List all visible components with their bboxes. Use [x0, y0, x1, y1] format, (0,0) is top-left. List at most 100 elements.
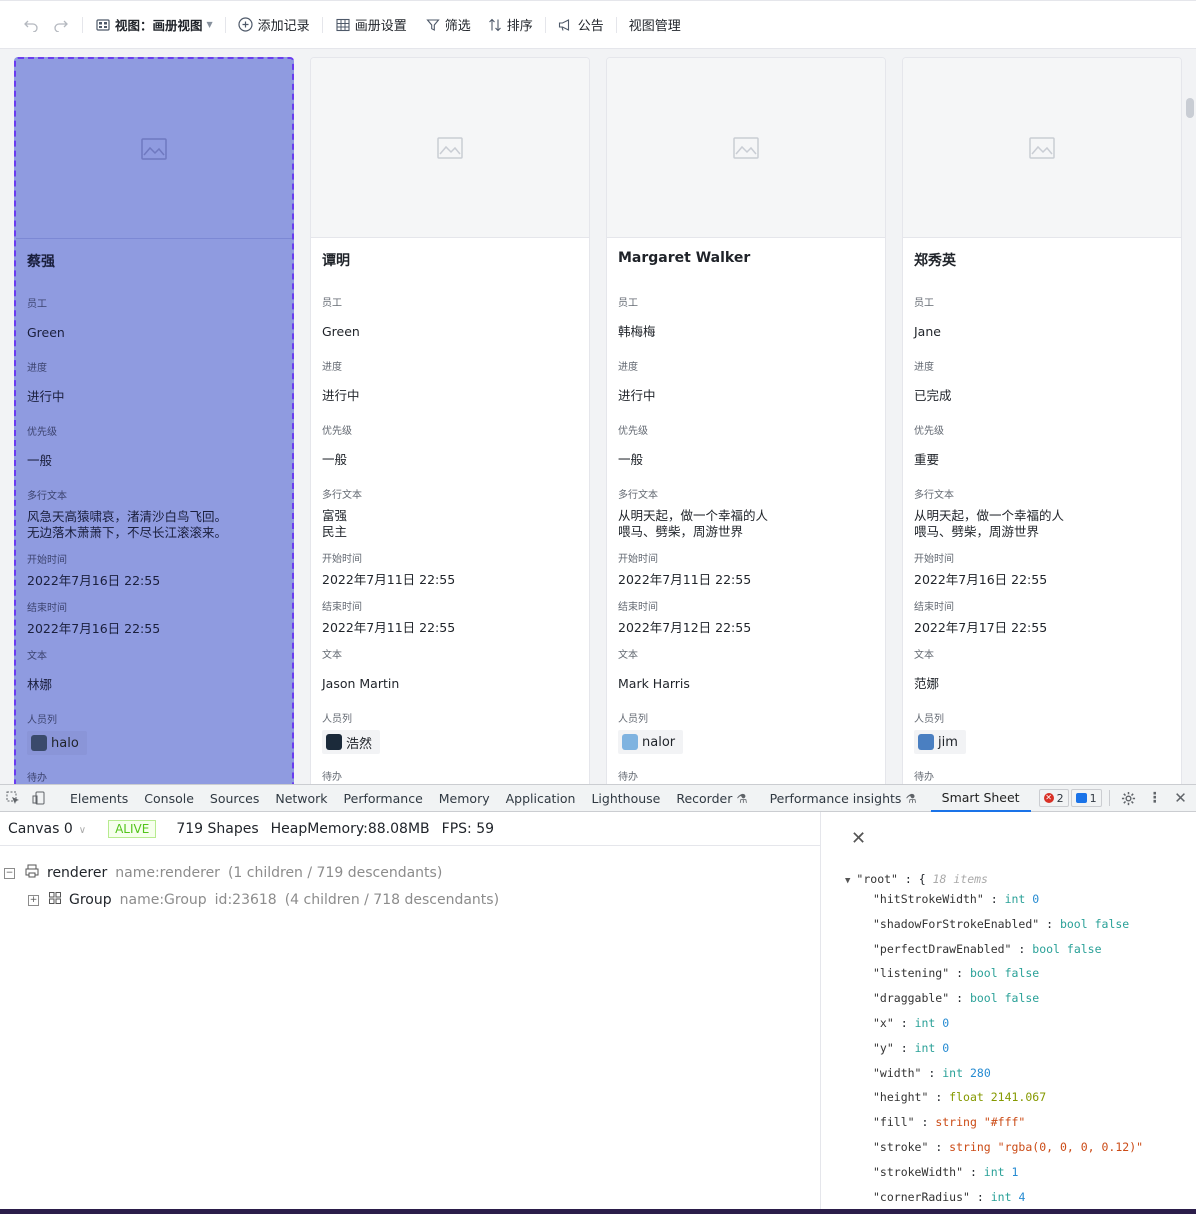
add-record-button[interactable]: 添加记录 — [232, 11, 316, 39]
props-inspector: ✕ ▼ "root" : { 18 items "hitStrokeWidth" … — [820, 812, 1196, 1214]
sort-button[interactable]: 排序 — [481, 11, 539, 39]
json-type: string — [935, 1115, 977, 1130]
filter-button[interactable]: 筛选 — [419, 11, 477, 39]
tab-console[interactable]: Console — [136, 785, 202, 812]
announcement-button[interactable]: 公告 — [552, 11, 610, 39]
field-label: 优先级 — [618, 426, 648, 437]
tab-recorder[interactable]: Recorder ⚗ — [668, 785, 755, 812]
expand-icon[interactable]: + — [28, 894, 39, 906]
gallery-card[interactable]: 郑秀英 员工 Jane 进度 已完成 优先级 重要 多行文本 从明天起，做一个幸福的人 喂马、劈柴… — [902, 57, 1182, 784]
field-label: 开始时间 — [27, 555, 67, 566]
field-value: Jason Martin — [322, 676, 400, 691]
json-key: "shadowForStrokeEnabled" — [873, 916, 1040, 931]
json-prop-row[interactable]: "hitStrokeWidth" : int 0 — [873, 892, 1039, 906]
json-prop-row[interactable]: "x" : int 0 — [873, 1016, 949, 1030]
tab-recorder-label: Recorder — [676, 790, 733, 806]
card-title: 谭明 — [322, 253, 350, 269]
field-label: 文本 — [322, 650, 342, 661]
json-prop-row[interactable]: "y" : int 0 — [873, 1041, 949, 1055]
field-value: 进行中 — [322, 388, 360, 403]
json-prop-row[interactable]: "width" : int 280 — [873, 1066, 991, 1080]
tab-smart-sheet[interactable]: Smart Sheet — [930, 785, 1031, 812]
field-label: 进度 — [914, 362, 934, 373]
json-prop-row[interactable]: "listening" : bool false — [873, 966, 1039, 980]
tab-sources[interactable]: Sources — [202, 785, 267, 812]
field-label: 结束时间 — [914, 602, 954, 613]
gallery-view-icon — [95, 17, 111, 33]
close-icon[interactable]: ✕ — [1171, 788, 1191, 808]
field-label: 文本 — [27, 651, 47, 662]
json-prop-row[interactable]: "height" : float 2141.067 — [873, 1090, 1046, 1104]
view-manage-button[interactable]: 视图管理 — [623, 11, 687, 39]
field-label: 员工 — [27, 299, 47, 310]
json-value: false — [1004, 991, 1040, 1006]
card-cover — [903, 58, 1181, 238]
json-key: "width" — [873, 1065, 922, 1080]
gallery-card[interactable]: 谭明 员工 Green 进度 进行中 优先级 一般 多行文本 富强 民主 开始时间 2022年7月11… — [310, 57, 590, 784]
tab-lighthouse[interactable]: Lighthouse — [583, 785, 668, 812]
field-label: 员工 — [618, 298, 638, 309]
tab-application[interactable]: Application — [498, 785, 584, 812]
json-prop-row[interactable]: "shadowForStrokeEnabled" : bool false — [873, 917, 1129, 931]
json-value: 2141.067 — [990, 1090, 1047, 1105]
vertical-scrollbar[interactable] — [1186, 98, 1194, 118]
json-root[interactable]: ▼ "root" : { 18 items — [845, 872, 988, 886]
expand-triangle-icon[interactable]: ▼ — [845, 876, 850, 886]
inspect-element-icon[interactable] — [3, 788, 23, 808]
gallery-settings-button[interactable]: 画册设置 — [329, 11, 413, 39]
tree-node-renderer[interactable]: − renderer name:renderer (1 children / 7… — [4, 864, 442, 882]
tab-elements[interactable]: Elements — [62, 785, 136, 812]
tab-performance-insights[interactable]: Performance insights ⚗ — [762, 785, 925, 812]
card-title: 蔡强 — [27, 254, 55, 270]
field-value: Green — [27, 325, 65, 340]
json-prop-row[interactable]: "fill" : string "#fff" — [873, 1115, 1025, 1129]
json-type: int — [914, 1040, 936, 1055]
field-label: 结束时间 — [618, 602, 658, 613]
field-label: 多行文本 — [27, 491, 67, 502]
divider — [82, 16, 83, 33]
field-value: 范娜 — [914, 676, 940, 691]
close-icon[interactable]: ✕ — [851, 828, 866, 849]
tree-node-group[interactable]: + Group name:Group id:23618 (4 children … — [28, 892, 499, 908]
field-value: 2022年7月17日 22:55 — [914, 620, 1048, 635]
error-badge[interactable]: ✕ 2 — [1038, 789, 1069, 807]
device-toolbar-icon[interactable] — [29, 788, 49, 808]
sort-label: 排序 — [506, 19, 533, 34]
tab-performance[interactable]: Performance — [336, 785, 431, 812]
gallery-card[interactable]: 蔡强 员工 Green 进度 进行中 优先级 一般 多行文本 风急天高猿啸哀，渚清沙白鸟飞回。无… — [14, 57, 294, 784]
field-value: 2022年7月11日 22:55 — [618, 572, 752, 587]
json-prop-row[interactable]: "draggable" : bool false — [873, 991, 1039, 1005]
json-value: false — [1066, 941, 1102, 956]
json-prop-row[interactable]: "perfectDrawEnabled" : bool false — [873, 942, 1102, 956]
undo-button[interactable] — [16, 11, 46, 39]
collapse-icon[interactable]: − — [4, 867, 15, 879]
chevron-down-icon: ∨ — [78, 824, 87, 836]
field-value: Green — [322, 324, 360, 339]
redo-button[interactable] — [46, 11, 76, 39]
field-label: 待办 — [618, 772, 638, 783]
gallery-card[interactable]: Margaret Walker 员工 韩梅梅 进度 进行中 优先级 一般 多行文本 从明天起，做… — [606, 57, 886, 784]
canvas-select[interactable]: Canvas 0 ∨ — [8, 821, 86, 837]
gallery-settings-label: 画册设置 — [354, 19, 407, 34]
view-switcher[interactable]: 视图：画册视图 ▼ — [89, 11, 219, 39]
gallery-canvas[interactable]: 蔡强 员工 Green 进度 进行中 优先级 一般 多行文本 风急天高猿啸哀，渚清沙白鸟飞回。无… — [0, 49, 1196, 784]
json-prop-row[interactable]: "stroke" : string "rgba(0, 0, 0, 0.12)" — [873, 1140, 1143, 1154]
field-label: 优先级 — [322, 426, 352, 437]
field-value: 林娜 — [27, 677, 53, 692]
megaphone-icon — [558, 17, 574, 33]
json-prop-row[interactable]: "strokeWidth" : int 1 — [873, 1165, 1018, 1179]
announcement-label: 公告 — [577, 19, 604, 34]
more-vertical-icon[interactable]: ⋮ — [1145, 788, 1165, 808]
field-value: Jane — [914, 324, 941, 339]
gear-icon[interactable] — [1119, 788, 1139, 808]
tab-network[interactable]: Network — [267, 785, 335, 812]
status-badge: ALIVE — [108, 819, 157, 838]
json-type: float — [949, 1090, 984, 1105]
avatar — [918, 734, 934, 750]
divider — [615, 16, 617, 33]
message-badge[interactable]: 1 — [1070, 789, 1102, 807]
tab-memory[interactable]: Memory — [431, 785, 498, 812]
json-prop-row[interactable]: "cornerRadius" : int 4 — [873, 1190, 1025, 1204]
flask-icon: ⚗ — [736, 790, 748, 806]
tree-node-id: id:23618 — [214, 892, 277, 908]
